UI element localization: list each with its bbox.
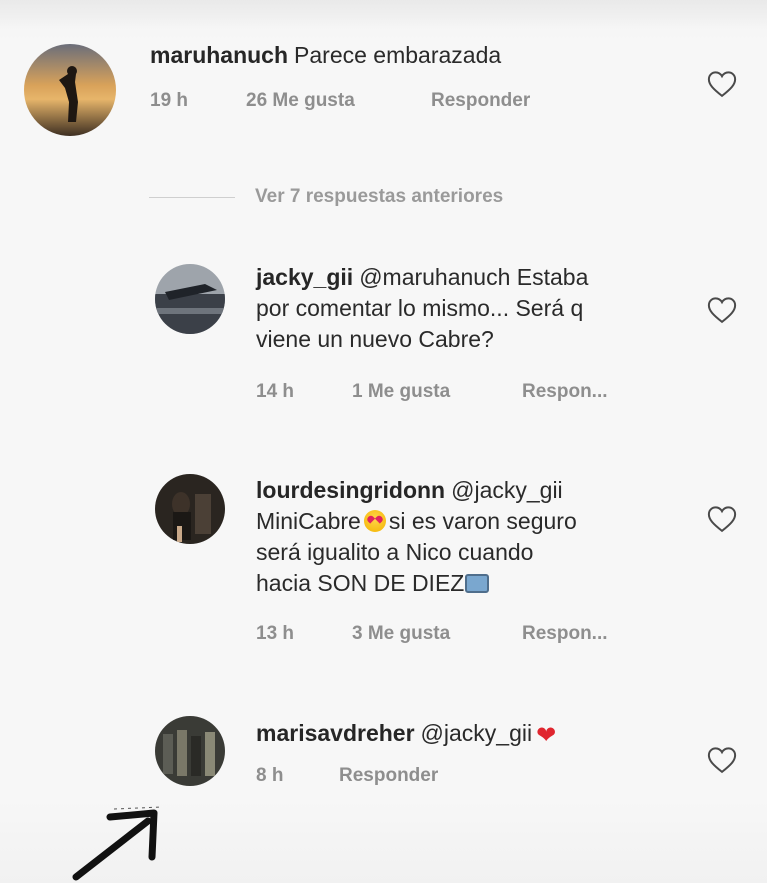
- reply-button[interactable]: Respon...: [522, 381, 608, 403]
- reply-text: si es varon seguro: [388, 508, 577, 534]
- reply-mention-line: @maruhanuch Estaba: [359, 264, 589, 290]
- reply-text: MiniCabre: [256, 508, 361, 534]
- replies-divider: [149, 197, 235, 198]
- reply-likes[interactable]: 3 Me gusta: [352, 623, 522, 645]
- reply-line: será igualito a Nico cuando: [256, 539, 534, 565]
- television-emoji-icon: [465, 574, 490, 593]
- avatar-marisavdreher[interactable]: [155, 716, 225, 786]
- reply-jacky-gii: jacky_gii @maruhanuch Estaba por comentar…: [256, 262, 676, 355]
- reply-lourdesingridonn: lourdesingridonn @jacky_gii MiniCabre si e…: [256, 475, 686, 599]
- reply-marisavdreher: marisavdreher @jacky_gii ❤: [256, 718, 556, 751]
- avatar-image: [155, 264, 225, 334]
- reply-time: 14 h: [256, 381, 295, 402]
- comment-time: 19 h: [150, 90, 189, 111]
- reply-text: hacia SON DE DIEZ: [256, 570, 465, 596]
- reply-line: por comentar lo mismo... Será q: [256, 295, 584, 321]
- comment-meta: 19 h 26 Me gusta Responder: [150, 90, 530, 112]
- avatar-image: [24, 44, 116, 136]
- comment-body: Parece embarazada: [294, 42, 502, 68]
- reply-likes[interactable]: 1 Me gusta: [352, 381, 522, 403]
- reply-meta: 8 h Responder: [256, 765, 438, 787]
- reply-time: 8 h: [256, 765, 284, 786]
- comment-likes[interactable]: 26 Me gusta: [246, 90, 431, 112]
- heart-eyes-emoji-icon: [363, 510, 386, 532]
- view-previous-replies-button[interactable]: Ver 7 respuestas anteriores: [255, 186, 503, 208]
- like-heart-icon[interactable]: [707, 296, 737, 324]
- avatar-image: [155, 716, 225, 786]
- like-heart-icon[interactable]: [707, 746, 737, 774]
- reply-line: viene un nuevo Cabre?: [256, 326, 494, 352]
- like-heart-icon[interactable]: [707, 70, 737, 98]
- avatar-lourdesingridonn[interactable]: [155, 474, 225, 544]
- reply-username[interactable]: lourdesingridonn: [256, 477, 445, 503]
- reply-username[interactable]: marisavdreher: [256, 720, 415, 746]
- avatar-image: [155, 474, 225, 544]
- avatar-jacky-gii[interactable]: [155, 264, 225, 334]
- reply-meta: 14 h 1 Me gusta Respon...: [256, 381, 608, 403]
- avatar-maruhanuch[interactable]: [24, 44, 116, 136]
- annotation-arrow-icon: [72, 806, 163, 881]
- reply-button[interactable]: Responder: [339, 765, 438, 787]
- reply-mention-line: @jacky_gii: [420, 720, 533, 746]
- reply-username[interactable]: jacky_gii: [256, 264, 353, 290]
- reply-time: 13 h: [256, 623, 295, 644]
- like-heart-icon[interactable]: [707, 505, 737, 533]
- red-heart-emoji-icon: ❤: [536, 722, 557, 749]
- top-strip: [0, 0, 767, 26]
- comment-maruhanuch: maruhanuch Parece embarazada: [150, 40, 501, 71]
- reply-meta: 13 h 3 Me gusta Respon...: [256, 623, 608, 645]
- comments-panel: maruhanuch Parece embarazada 19 h 26 Me g…: [0, 0, 767, 883]
- reply-button[interactable]: Respon...: [522, 623, 608, 645]
- reply-mention-line: @jacky_gii: [451, 477, 563, 503]
- comment-username[interactable]: maruhanuch: [150, 42, 288, 68]
- reply-button[interactable]: Responder: [431, 90, 530, 112]
